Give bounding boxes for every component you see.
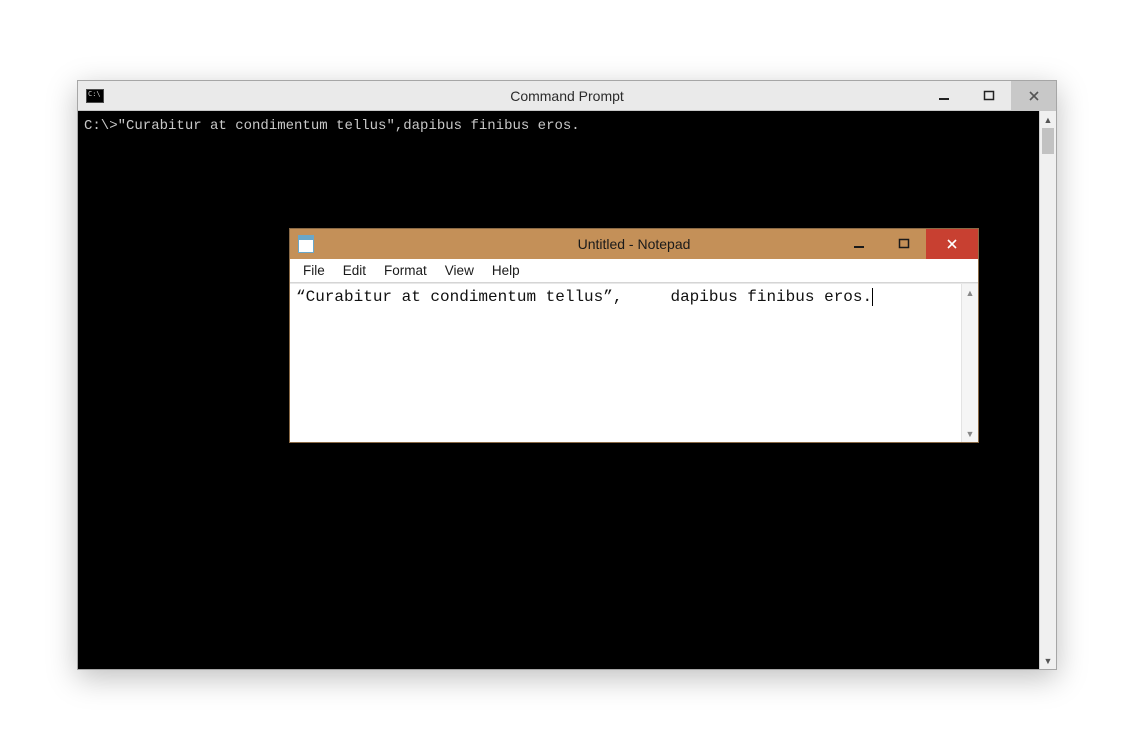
menu-format[interactable]: Format xyxy=(375,261,436,280)
notepad-titlebar[interactable]: Untitled - Notepad xyxy=(290,229,978,259)
minimize-button[interactable] xyxy=(921,81,966,110)
scroll-down-icon[interactable]: ▼ xyxy=(1040,652,1056,669)
desktop: Command Prompt C:\>"Curabitur at condime… xyxy=(0,0,1135,733)
menu-file[interactable]: File xyxy=(294,261,334,280)
text-caret xyxy=(872,288,873,306)
command-prompt-window-controls xyxy=(921,81,1056,110)
minimize-button[interactable] xyxy=(836,229,881,259)
command-prompt-title: Command Prompt xyxy=(78,88,1056,104)
close-button[interactable] xyxy=(926,229,978,259)
notepad-body: “Curabitur at condimentum tellus”, dapib… xyxy=(290,283,978,442)
maximize-button[interactable] xyxy=(881,229,926,259)
close-button[interactable] xyxy=(1011,81,1056,110)
notepad-window-controls xyxy=(836,229,978,259)
notepad-icon xyxy=(298,235,314,253)
notepad-textarea[interactable]: “Curabitur at condimentum tellus”, dapib… xyxy=(290,284,961,442)
notepad-menubar: File Edit Format View Help xyxy=(290,259,978,283)
maximize-button[interactable] xyxy=(966,81,1011,110)
command-prompt-titlebar[interactable]: Command Prompt xyxy=(78,81,1056,111)
notepad-window: Untitled - Notepad File Edit Format View… xyxy=(289,228,979,443)
menu-edit[interactable]: Edit xyxy=(334,261,375,280)
scroll-down-icon[interactable]: ▼ xyxy=(962,425,978,442)
command-prompt-icon xyxy=(86,89,104,103)
command-prompt-scrollbar[interactable]: ▲ ▼ xyxy=(1039,111,1056,669)
notepad-content: “Curabitur at condimentum tellus”, dapib… xyxy=(296,288,872,306)
menu-view[interactable]: View xyxy=(436,261,483,280)
scroll-track[interactable] xyxy=(1040,128,1056,652)
menu-help[interactable]: Help xyxy=(483,261,529,280)
scroll-up-icon[interactable]: ▲ xyxy=(962,284,978,301)
notepad-scrollbar[interactable]: ▲ ▼ xyxy=(961,284,978,442)
scroll-up-icon[interactable]: ▲ xyxy=(1040,111,1056,128)
scroll-thumb[interactable] xyxy=(1042,128,1054,154)
